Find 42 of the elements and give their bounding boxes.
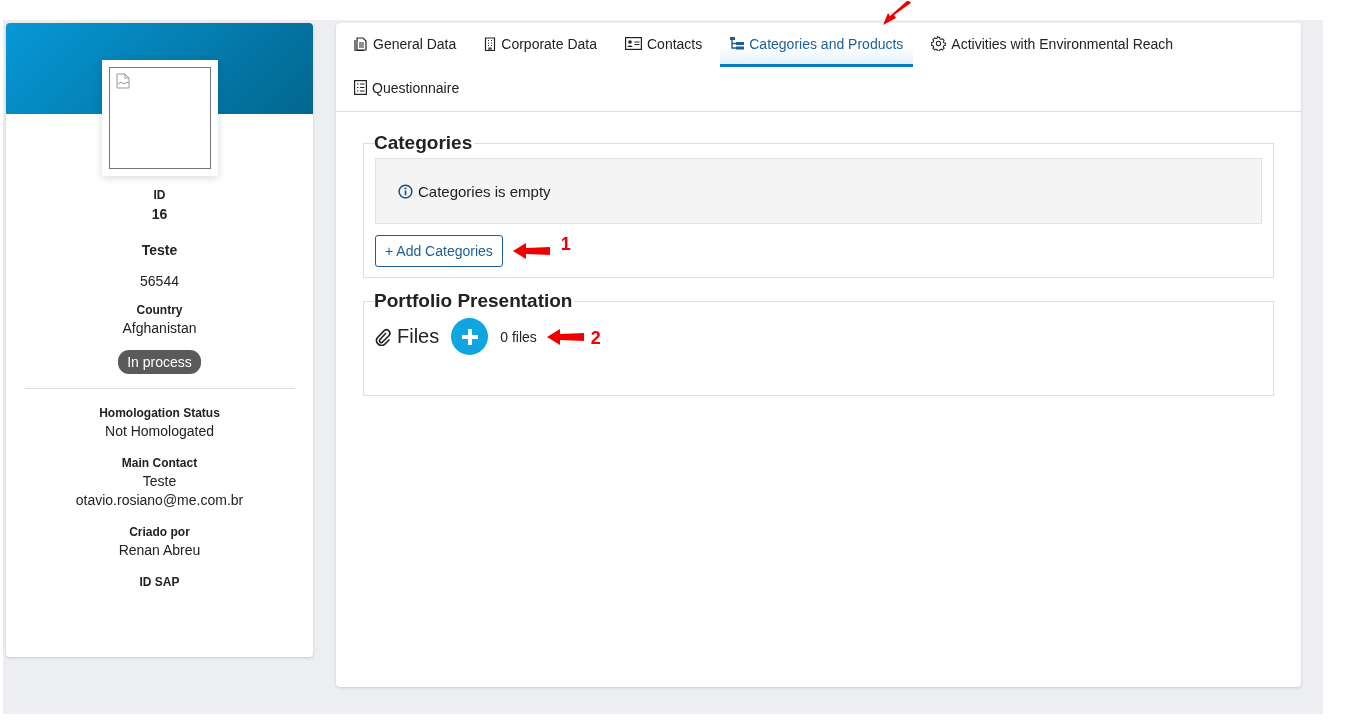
- empty-message: Categories is empty: [418, 182, 551, 200]
- files-label: Files: [397, 325, 440, 348]
- list-icon: [354, 80, 367, 95]
- id-value: 16: [151, 206, 168, 222]
- file-count: 0 files: [500, 328, 537, 345]
- info-icon: [398, 183, 413, 199]
- callout-number: 1: [560, 233, 571, 255]
- tab[interactable]: Activities with Environmental Reach: [921, 23, 1184, 67]
- field-label: Homologation Status: [99, 406, 220, 420]
- country-value: Afghanistan: [122, 320, 197, 336]
- tab[interactable]: Corporate Data: [474, 23, 607, 67]
- country-label: Country: [136, 303, 183, 317]
- field-label: Criado por: [129, 525, 190, 539]
- document-icon: [354, 36, 368, 51]
- field-value: Teste: [142, 473, 177, 489]
- contact-card-icon: [625, 37, 642, 50]
- field-value: otavio.rosiano@me.com.br: [75, 492, 244, 508]
- callout-arrow: [546, 327, 585, 346]
- paperclip-icon: [375, 327, 391, 346]
- tab[interactable]: Questionnaire: [344, 67, 470, 111]
- add-categories-button[interactable]: + Add Categories: [375, 235, 503, 267]
- plus-icon: [460, 327, 479, 346]
- callout-number: 2: [590, 328, 601, 349]
- add-file-button[interactable]: [451, 318, 489, 355]
- status-badge: In process: [118, 350, 201, 374]
- callout-arrow: [512, 242, 551, 260]
- tab[interactable]: Categories and Products: [720, 23, 914, 67]
- section-title: Categories: [374, 132, 474, 154]
- building-icon: [484, 36, 497, 51]
- gear-icon: [931, 36, 947, 51]
- tab[interactable]: General Data: [344, 23, 467, 67]
- field-value: Not Homologated: [105, 423, 214, 439]
- field-label: Main Contact: [121, 456, 198, 470]
- tree-icon: [730, 37, 745, 50]
- id-label: ID: [153, 188, 166, 202]
- field-value: Renan Abreu: [118, 542, 201, 558]
- tab[interactable]: Contacts: [615, 23, 713, 67]
- broken-image-icon: [115, 73, 130, 89]
- field-label: ID SAP: [139, 575, 180, 589]
- section-title: Portfolio Presentation: [374, 290, 574, 312]
- company-name: Teste: [141, 242, 178, 258]
- company-code: 56544: [140, 273, 179, 289]
